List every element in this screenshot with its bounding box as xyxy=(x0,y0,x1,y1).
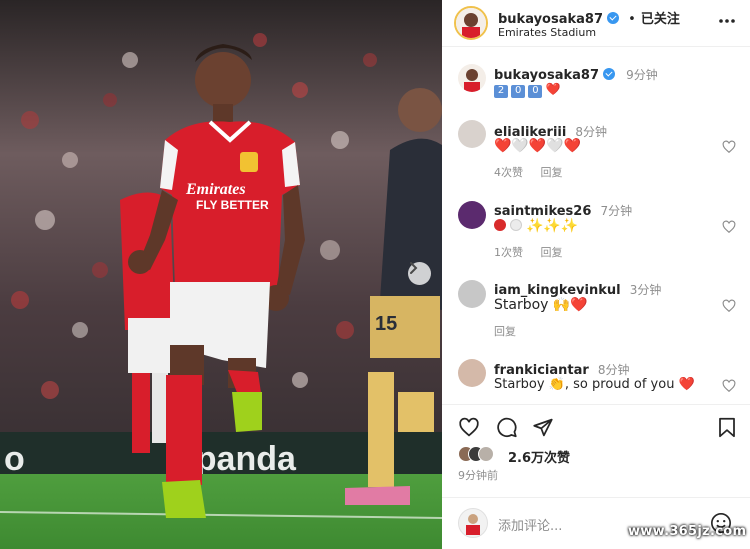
share-icon[interactable] xyxy=(532,417,554,438)
caption-avatar[interactable] xyxy=(458,64,486,92)
keycap-digit: 2 xyxy=(494,85,508,98)
avatar-image xyxy=(466,514,480,535)
next-photo-button[interactable] xyxy=(408,262,431,285)
comment-body: ❤️🤍❤️🤍❤️ xyxy=(494,138,582,154)
board-prefix: o xyxy=(4,440,25,478)
more-icon[interactable] xyxy=(718,18,736,24)
comment-meta: 4次赞 回复 xyxy=(494,164,563,180)
author-username[interactable]: bukayosaka87 xyxy=(498,12,603,27)
bookmark-icon[interactable] xyxy=(718,417,736,438)
comment-likes[interactable]: 1次赞 xyxy=(494,246,523,259)
avatar-image xyxy=(458,64,486,92)
verified-icon xyxy=(607,12,620,24)
comment-input[interactable]: 添加评论... xyxy=(498,515,562,534)
verified-icon xyxy=(603,68,616,80)
post-side-panel: bukayosaka87 • 已关注 Emirates Stadium buka… xyxy=(442,0,750,549)
comment-text: ✨✨✨ xyxy=(494,218,578,234)
jersey-sponsor-1: Emirates xyxy=(185,181,246,198)
caption-heart: ❤️ xyxy=(545,82,561,96)
instagram-post-view: o itpanda 15 Emirates FLY BETTER bukayos… xyxy=(0,0,750,549)
heart-icon[interactable] xyxy=(722,220,736,234)
red-circle-icon xyxy=(494,219,506,231)
heart-icon[interactable] xyxy=(722,140,736,154)
next-arrow-icon xyxy=(410,262,418,274)
comment-username[interactable]: frankiciantar xyxy=(494,363,589,378)
avatar-image xyxy=(456,8,486,38)
caption-text: 2 0 0 ❤️ xyxy=(494,82,561,98)
keycap-digit: 0 xyxy=(511,85,526,98)
comment-body: ✨✨✨ xyxy=(526,218,579,234)
commenter-avatar[interactable] xyxy=(458,280,486,308)
caption-time: 9分钟 xyxy=(626,68,658,82)
divider xyxy=(442,404,750,405)
comment-header: saintmikes26 7分钟 xyxy=(494,200,632,219)
likes-count[interactable]: 2.6万次赞 xyxy=(508,447,570,466)
comment-meta: 1次赞 回复 xyxy=(494,244,563,260)
shorts-number: 15 xyxy=(375,313,397,335)
heart-icon[interactable] xyxy=(458,417,480,438)
comment-reply[interactable]: 回复 xyxy=(541,166,563,179)
post-photo[interactable]: o itpanda 15 Emirates FLY BETTER xyxy=(0,0,442,549)
caption-line: bukayosaka87 9分钟 xyxy=(494,64,658,83)
jersey-sponsor-2: FLY BETTER xyxy=(196,198,269,212)
comment-username[interactable]: iam_kingkevinkul xyxy=(494,283,621,298)
commenter-avatar[interactable] xyxy=(458,120,486,148)
white-circle-icon xyxy=(510,219,522,231)
comment-header: iam_kingkevinkul 3分钟 xyxy=(494,279,661,298)
comment-time: 8分钟 xyxy=(575,125,608,139)
comment-header: frankiciantar 8分钟 xyxy=(494,359,630,378)
comment-icon[interactable] xyxy=(496,417,518,438)
dot-separator: • xyxy=(628,12,636,27)
post-header: bukayosaka87 • 已关注 Emirates Stadium xyxy=(442,0,750,47)
heart-icon[interactable] xyxy=(722,299,736,313)
watermark-text: www.365jz.com xyxy=(628,524,747,539)
author-avatar[interactable] xyxy=(454,6,488,40)
comment-username[interactable]: saintmikes26 xyxy=(494,204,591,219)
comment-time: 8分钟 xyxy=(597,363,630,377)
post-location[interactable]: Emirates Stadium xyxy=(498,26,596,39)
liker-avatar xyxy=(478,446,494,462)
caption-username[interactable]: bukayosaka87 xyxy=(494,68,599,83)
comment-time: 7分钟 xyxy=(600,204,633,218)
liked-by-avatars[interactable] xyxy=(458,446,494,466)
post-time: 9分钟前 xyxy=(458,469,498,482)
commenter-avatar[interactable] xyxy=(458,201,486,229)
current-user-avatar xyxy=(458,508,488,538)
keycap-digit: 0 xyxy=(528,85,543,98)
comment-time: 3分钟 xyxy=(629,283,662,297)
comment-text: Starboy 👏, so proud of you ❤️ xyxy=(494,377,695,392)
comment-reply[interactable]: 回复 xyxy=(494,323,516,339)
comment-text: Starboy 🙌❤️ xyxy=(494,297,588,313)
divider xyxy=(442,497,750,498)
header-name-row: bukayosaka87 • 已关注 xyxy=(498,8,680,27)
comment-text: ❤️🤍❤️🤍❤️ xyxy=(494,138,581,154)
comment-likes[interactable]: 4次赞 xyxy=(494,166,523,179)
heart-icon[interactable] xyxy=(722,379,736,393)
follow-status[interactable]: 已关注 xyxy=(641,12,680,27)
comment-reply[interactable]: 回复 xyxy=(541,246,563,259)
commenter-avatar[interactable] xyxy=(458,359,486,387)
football-celebration-image: o itpanda 15 Emirates FLY BETTER xyxy=(0,0,442,549)
